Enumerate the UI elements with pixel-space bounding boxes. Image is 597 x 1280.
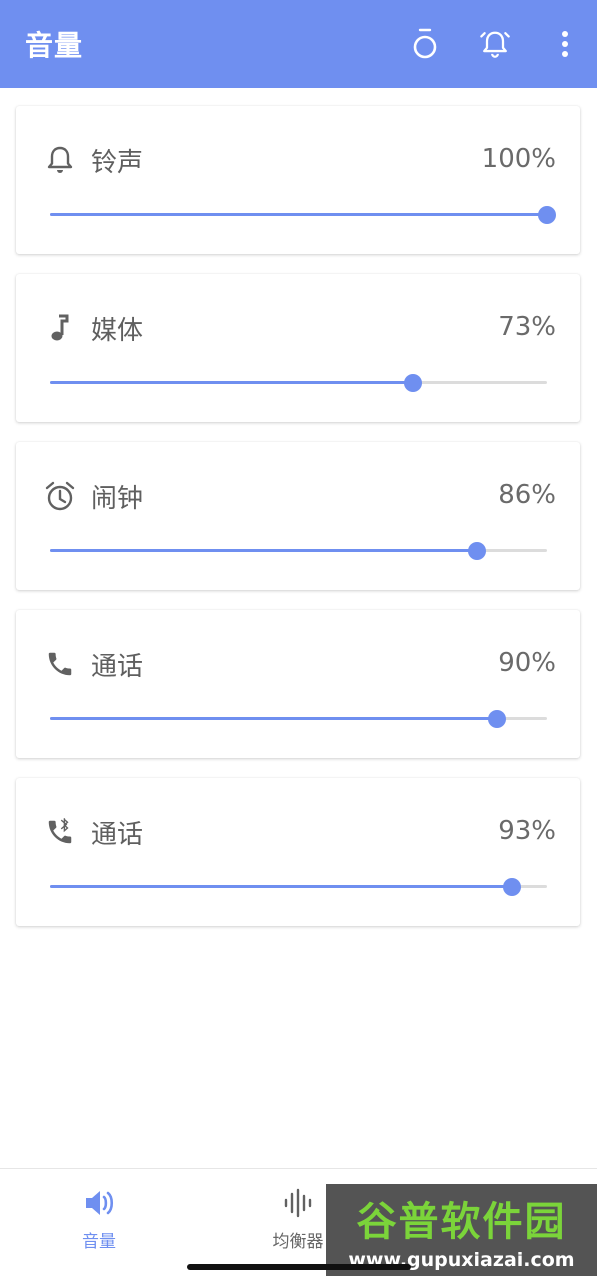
slider-fill: [50, 717, 498, 720]
home-indicator[interactable]: [187, 1264, 411, 1270]
volume-slider[interactable]: [50, 875, 547, 899]
volume-card-alarm: 闹钟 86%: [16, 442, 580, 590]
volume-card-ringtone: 铃声 100%: [16, 106, 580, 254]
nav-label: 音量: [82, 1232, 116, 1252]
slider-fill: [50, 885, 513, 888]
volume-value: 93%: [498, 816, 556, 846]
phone-icon: [44, 648, 76, 680]
volume-card-media: 媒体 73%: [16, 274, 580, 422]
volume-slider[interactable]: [50, 371, 547, 395]
equalizer-icon: [282, 1187, 314, 1219]
timer-icon[interactable]: [409, 22, 441, 66]
watermark-title: 谷普软件园: [356, 1199, 567, 1245]
slider-fill: [50, 213, 547, 216]
volume-value: 86%: [498, 480, 556, 510]
slider-thumb[interactable]: [468, 542, 487, 560]
app-bar-actions: [409, 22, 581, 66]
alarm-clock-icon: [44, 480, 76, 512]
more-vert-icon[interactable]: [549, 22, 581, 66]
volume-value: 73%: [498, 312, 556, 342]
app-bar: 音量: [0, 0, 597, 88]
slider-thumb[interactable]: [538, 206, 556, 224]
bluetooth-phone-icon: [44, 816, 76, 848]
slider-thumb[interactable]: [488, 710, 507, 728]
volume-label: 铃声: [91, 148, 144, 178]
volume-slider[interactable]: [50, 707, 547, 731]
slider-fill: [50, 381, 413, 384]
volume-label: 通话: [91, 820, 144, 850]
slider-fill: [50, 549, 478, 552]
nav-label: 均衡器: [272, 1232, 324, 1252]
watermark: 谷普软件园 www.gupuxiazai.com: [326, 1184, 597, 1276]
page-title: 音量: [25, 29, 84, 62]
volume-label: 媒体: [91, 316, 144, 346]
volume-icon: [83, 1187, 115, 1219]
slider-thumb[interactable]: [403, 374, 422, 392]
volume-value: 100%: [481, 144, 556, 174]
bell-icon: [44, 144, 76, 176]
alarm-bell-icon[interactable]: [479, 22, 511, 66]
volume-value: 90%: [498, 648, 556, 678]
music-note-icon: [44, 312, 76, 344]
volume-label: 通话: [91, 652, 144, 682]
volume-label: 闹钟: [91, 484, 144, 514]
volume-slider[interactable]: [50, 203, 556, 227]
nav-item-volume[interactable]: 音量: [39, 1187, 159, 1252]
slider-thumb[interactable]: [503, 878, 522, 896]
volume-slider[interactable]: [50, 539, 547, 563]
volume-card-bluetooth-call: 通话 93%: [16, 778, 580, 926]
volume-card-call: 通话 90%: [16, 610, 580, 758]
